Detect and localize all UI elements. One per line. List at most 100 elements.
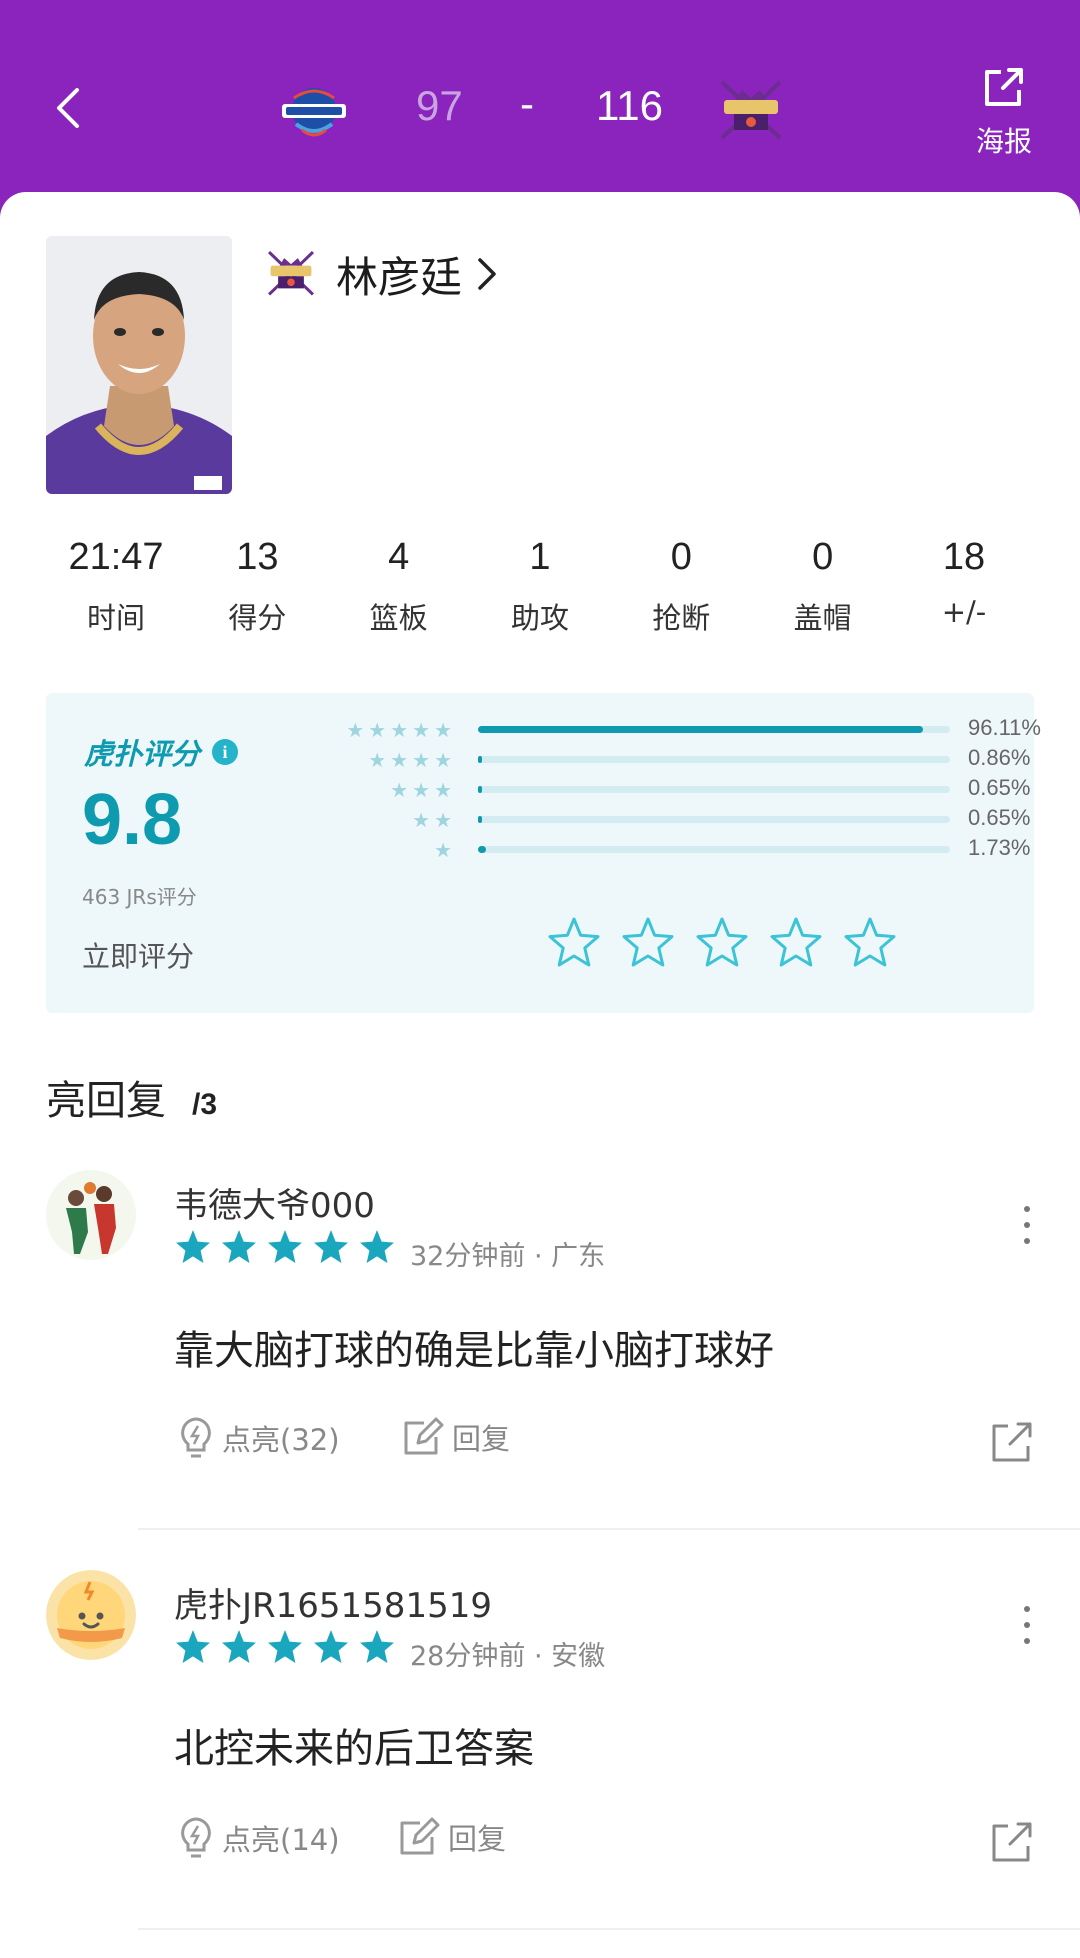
distribution-fill	[478, 846, 486, 853]
avatar[interactable]	[46, 1570, 136, 1660]
rate-star-2-icon[interactable]	[620, 915, 676, 971]
lightbulb-icon	[181, 1417, 211, 1458]
pioneers-logo-icon	[282, 88, 346, 137]
stat-label: 时间	[86, 601, 145, 635]
star-filled-icon	[222, 1630, 256, 1663]
reply-button[interactable]: 回复	[398, 1816, 506, 1858]
share-icon[interactable]	[990, 1420, 1034, 1464]
comment-meta: 32分钟前 · 广东	[410, 1241, 606, 1272]
stat-label: 抢断	[652, 601, 711, 635]
star-small-icon: ★	[368, 748, 387, 772]
star-filled-icon	[268, 1630, 302, 1663]
comment-text: 靠大脑打球的确是比靠小脑打球好	[174, 1328, 774, 1374]
stat-blocks: 0 盖帽	[753, 536, 893, 637]
stat-value: 18	[942, 536, 986, 578]
stat-steals: 0 抢断	[611, 536, 751, 637]
comment-divider	[138, 1928, 1080, 1930]
stat-value: 0	[812, 536, 834, 578]
rating-distribution-row: ★ ★ ★ ★ 0.86%	[246, 745, 1030, 772]
rate-star-1-icon[interactable]	[546, 915, 602, 971]
avatar[interactable]	[46, 1170, 136, 1260]
share-out-icon	[985, 68, 1023, 106]
star-small-icon: ★	[412, 808, 431, 832]
star-small-icon: ★	[390, 778, 409, 802]
rating-count: 463 JRs评分	[82, 885, 197, 909]
like-label: 点亮(14)	[222, 1823, 340, 1857]
comment-text: 北控未来的后卫答案	[174, 1726, 534, 1772]
comment-stars	[174, 1228, 396, 1266]
player-stats: 21:47 时间 13 得分 4 篮板 1 助攻 0 抢断 0 盖帽 18 +/-	[46, 536, 1034, 637]
distribution-stars: ★ ★ ★ ★ ★	[346, 718, 452, 742]
star-small-icon: ★	[412, 778, 431, 802]
player-photo	[46, 236, 232, 494]
comment-username[interactable]: 虎扑JR1651581519	[174, 1578, 492, 1627]
stat-points: 13 得分	[187, 536, 327, 637]
share-icon[interactable]	[990, 1820, 1034, 1864]
comment-username[interactable]: 韦德大爷000	[174, 1178, 375, 1227]
player-name-link[interactable]: 林彦廷	[262, 242, 498, 306]
rate-star-5-icon[interactable]	[842, 915, 898, 971]
distribution-track	[478, 786, 950, 793]
star-filled-icon	[268, 1230, 302, 1263]
stat-rebounds: 4 篮板	[329, 536, 469, 637]
stat-minutes: 21:47 时间	[46, 536, 186, 637]
comment-stars	[174, 1628, 396, 1666]
star-small-icon: ★	[368, 718, 387, 742]
player-team-logo	[262, 247, 320, 301]
stat-value: 1	[529, 536, 551, 578]
bright-replies-title: 亮回复 /3	[46, 1068, 217, 1126]
rating-distribution-row: ★ ★ ★ 0.65%	[246, 775, 1030, 802]
info-icon[interactable]: i	[212, 739, 239, 765]
distribution-percent: 0.86%	[968, 745, 1031, 770]
star-filled-icon	[360, 1630, 394, 1663]
lightbulb-icon	[181, 1817, 211, 1858]
rating-distribution-row: ★ ★ ★ ★ ★ 96.11%	[246, 715, 1041, 742]
star-small-icon: ★	[390, 718, 409, 742]
distribution-stars: ★ ★	[412, 808, 452, 832]
stat-label: 得分	[228, 601, 287, 635]
home-team-logo[interactable]	[276, 80, 352, 144]
edit-icon	[404, 1417, 444, 1455]
rating-distribution-row: ★ 1.73%	[246, 835, 1030, 862]
rating-brand: 虎扑评分 i	[84, 731, 239, 773]
distribution-fill	[478, 756, 482, 763]
distribution-percent: 1.73%	[968, 835, 1031, 860]
back-button[interactable]	[38, 78, 98, 138]
stat-value: 21:47	[68, 536, 164, 578]
more-options-icon[interactable]	[1012, 1600, 1042, 1650]
stat-label: 助攻	[510, 601, 569, 635]
distribution-track	[478, 846, 950, 853]
star-small-icon: ★	[412, 748, 431, 772]
stat-plus-minus: 18 +/-	[894, 536, 1034, 637]
more-options-icon[interactable]	[1012, 1200, 1042, 1250]
rate-stars	[546, 915, 898, 971]
player-name: 林彦廷	[336, 252, 463, 302]
comment-divider	[138, 1528, 1080, 1530]
distribution-percent: 0.65%	[968, 775, 1031, 800]
away-score: 116	[596, 82, 663, 129]
rate-star-4-icon[interactable]	[768, 915, 824, 971]
stat-label: 篮板	[369, 601, 428, 635]
edit-icon	[400, 1817, 440, 1855]
player-headshot-icon	[46, 236, 232, 494]
star-small-icon: ★	[412, 718, 431, 742]
like-button[interactable]: 点亮(14)	[178, 1816, 340, 1860]
distribution-fill	[478, 816, 482, 823]
reply-label: 回复	[448, 1822, 507, 1856]
star-small-icon: ★	[434, 718, 452, 742]
rate-star-3-icon[interactable]	[694, 915, 750, 971]
star-filled-icon	[176, 1230, 210, 1263]
distribution-track	[478, 756, 950, 763]
star-filled-icon	[314, 1630, 348, 1663]
star-small-icon: ★	[346, 718, 365, 742]
distribution-fill	[478, 726, 923, 733]
stat-value: 4	[388, 536, 410, 578]
like-button[interactable]: 点亮(32)	[178, 1416, 340, 1460]
rating-score: 9.8	[82, 780, 183, 860]
away-team-logo[interactable]	[714, 78, 788, 144]
rate-now-label: 立即评分	[82, 940, 195, 973]
poster-label: 海报	[975, 125, 1032, 158]
poster-button[interactable]: 海报	[960, 66, 1048, 166]
reply-button[interactable]: 回复	[402, 1416, 510, 1458]
stat-label: 盖帽	[793, 601, 852, 635]
